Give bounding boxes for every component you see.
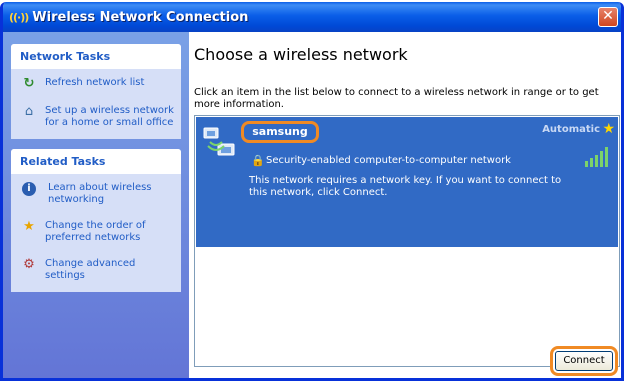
change-network-order-link[interactable]: ★ Change the order of preferred networks [19, 220, 175, 244]
settings-icon: ⚙ [23, 257, 35, 272]
sidebar: Network Tasks ↻ Refresh network list ⌂ S… [3, 32, 189, 378]
network-tasks-panel: Network Tasks ↻ Refresh network list ⌂ S… [11, 44, 181, 139]
window-title: Wireless Network Connection [32, 9, 249, 25]
computer-network-icon [203, 127, 235, 156]
lock-icon: 🔒 [251, 154, 265, 167]
signal-strength-icon [585, 147, 608, 167]
wireless-antenna-icon: ((·)) [9, 10, 29, 24]
network-name: samsung [241, 121, 319, 143]
learn-wireless-link[interactable]: i Learn about wireless networking [19, 182, 175, 206]
connect-button[interactable]: Connect [555, 351, 613, 371]
setup-wireless-network-label: Set up a wireless network for a home or … [45, 105, 174, 128]
security-type: Security-enabled computer-to-computer ne… [266, 155, 511, 166]
learn-wireless-label: Learn about wireless networking [48, 182, 152, 205]
related-tasks-panel: Related Tasks i Learn about wireless net… [11, 149, 181, 292]
change-network-order-label: Change the order of preferred networks [45, 220, 146, 243]
title-bar[interactable]: ((·)) Wireless Network Connection ✕ [3, 2, 621, 32]
connection-mode: Automatic [542, 124, 600, 135]
page-title: Choose a wireless network [194, 45, 408, 64]
close-icon: ✕ [602, 8, 614, 24]
network-item-samsung[interactable]: samsung Automatic ★ 🔒 Security-enabled c… [196, 117, 618, 247]
refresh-network-list-label: Refresh network list [45, 77, 145, 88]
close-button[interactable]: ✕ [598, 7, 618, 27]
related-tasks-header: Related Tasks [11, 149, 181, 174]
setup-wireless-network-link[interactable]: ⌂ Set up a wireless network for a home o… [19, 105, 175, 129]
instructions-text: Click an item in the list below to conne… [194, 87, 599, 110]
connect-button-highlight[interactable]: Connect [550, 346, 618, 376]
network-message: This network requires a network key. If … [249, 175, 562, 198]
wireless-network-window: ((·)) Wireless Network Connection ✕ Netw… [0, 2, 624, 381]
refresh-icon: ↻ [23, 76, 35, 91]
star-icon: ★ [602, 121, 615, 137]
advanced-settings-link[interactable]: ⚙ Change advanced settings [19, 258, 175, 282]
network-list[interactable]: samsung Automatic ★ 🔒 Security-enabled c… [194, 115, 620, 367]
main-panel: Choose a wireless network Click an item … [189, 32, 621, 378]
advanced-settings-label: Change advanced settings [45, 258, 136, 281]
star-icon: ★ [23, 219, 35, 234]
wireless-setup-icon: ⌂ [24, 104, 34, 119]
info-icon: i [22, 182, 36, 196]
refresh-network-list-link[interactable]: ↻ Refresh network list [19, 77, 175, 91]
network-tasks-header: Network Tasks [11, 44, 181, 69]
